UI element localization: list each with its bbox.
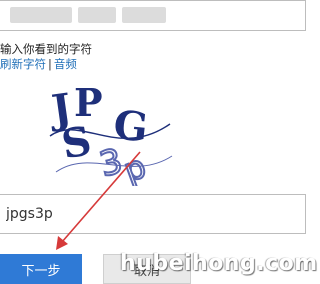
blurred-text [10,7,72,23]
captcha-graphic: J P G S 3 p [46,80,173,191]
next-button[interactable]: 下一步 [0,254,82,284]
watermark-text: hubeihong.com [120,251,318,276]
refresh-captcha-link[interactable]: 刷新字符 [0,57,46,71]
captcha-links: 刷新字符 | 音频 [0,56,77,72]
captcha-prompt: 输入你看到的字符 [0,42,92,56]
captcha-image[interactable]: J P G S 3 p [46,78,174,191]
link-separator: | [48,57,52,71]
blurred-text [122,7,166,23]
audio-captcha-link[interactable]: 音频 [54,57,77,71]
captcha-answer-input[interactable] [0,194,306,234]
previous-field[interactable] [0,0,306,31]
blurred-text [78,7,116,23]
